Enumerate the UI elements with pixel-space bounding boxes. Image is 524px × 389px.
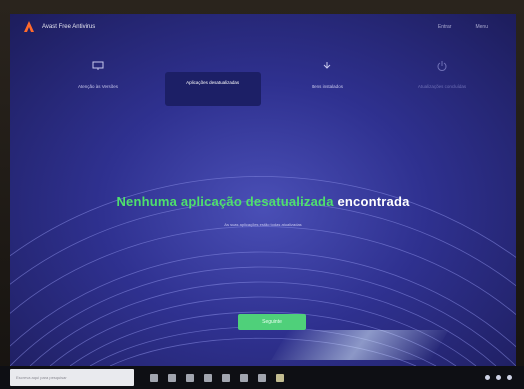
tab-updates-done[interactable]: Atualizações concluídas	[394, 58, 490, 108]
taskbar-icons	[150, 373, 284, 382]
result-headline: Nenhuma aplicação desatualizada encontra…	[10, 194, 516, 209]
search-placeholder: Escreva aqui para pesquisar	[16, 375, 67, 380]
app-window: Avast Free Antivirus Entrar Menu Atenção…	[10, 14, 516, 366]
tab-label: Atenção às Versões	[77, 84, 119, 89]
taskbar-search-box[interactable]: Escreva aqui para pesquisar	[10, 369, 134, 386]
download-icon	[323, 62, 331, 69]
next-button[interactable]: Seguinte	[238, 314, 306, 330]
tab-label: Itens instalados	[311, 84, 343, 89]
header-link-menu[interactable]: Menu	[475, 24, 488, 30]
task-view-icon[interactable]	[150, 373, 158, 382]
volume-icon[interactable]	[496, 375, 501, 380]
result-subtext: As suas aplicações estão todas atualizad…	[224, 222, 302, 227]
avast-logo-icon	[24, 21, 34, 32]
header-links: Entrar Menu	[438, 24, 488, 30]
file-explorer-icon[interactable]	[186, 373, 194, 382]
edge-icon[interactable]	[168, 373, 176, 382]
store-icon[interactable]	[204, 373, 212, 382]
tab-outdated-apps[interactable]: Aplicações desatualizadas	[164, 72, 261, 106]
power-icon	[437, 61, 447, 71]
tab-label: Atualizações concluídas	[417, 84, 467, 89]
headline-rest: encontrada	[337, 194, 410, 209]
photos-icon[interactable]	[240, 373, 248, 382]
mail-icon[interactable]	[222, 373, 230, 382]
system-tray	[485, 375, 512, 380]
screen-glare	[271, 330, 449, 360]
tab-installed-items[interactable]: Itens instalados	[279, 58, 375, 108]
notifications-icon[interactable]	[507, 375, 512, 380]
app-title: Avast Free Antivirus	[42, 24, 96, 30]
headline-highlight: Nenhuma aplicação desatualizada	[116, 194, 334, 209]
tab-version-check[interactable]: Atenção às Versões	[50, 58, 146, 108]
header-link-signin[interactable]: Entrar	[438, 24, 452, 30]
step-tabs: Atenção às Versões Aplicações desatualiz…	[50, 58, 490, 108]
windows-taskbar: Escreva aqui para pesquisar	[0, 366, 524, 389]
media-icon[interactable]	[258, 373, 266, 382]
avast-taskbar-icon[interactable]	[276, 373, 284, 382]
monitor-icon	[92, 61, 104, 70]
network-icon[interactable]	[485, 375, 490, 380]
title-bar: Avast Free Antivirus Entrar Menu	[10, 14, 516, 40]
tab-label: Aplicações desatualizadas	[186, 80, 240, 85]
